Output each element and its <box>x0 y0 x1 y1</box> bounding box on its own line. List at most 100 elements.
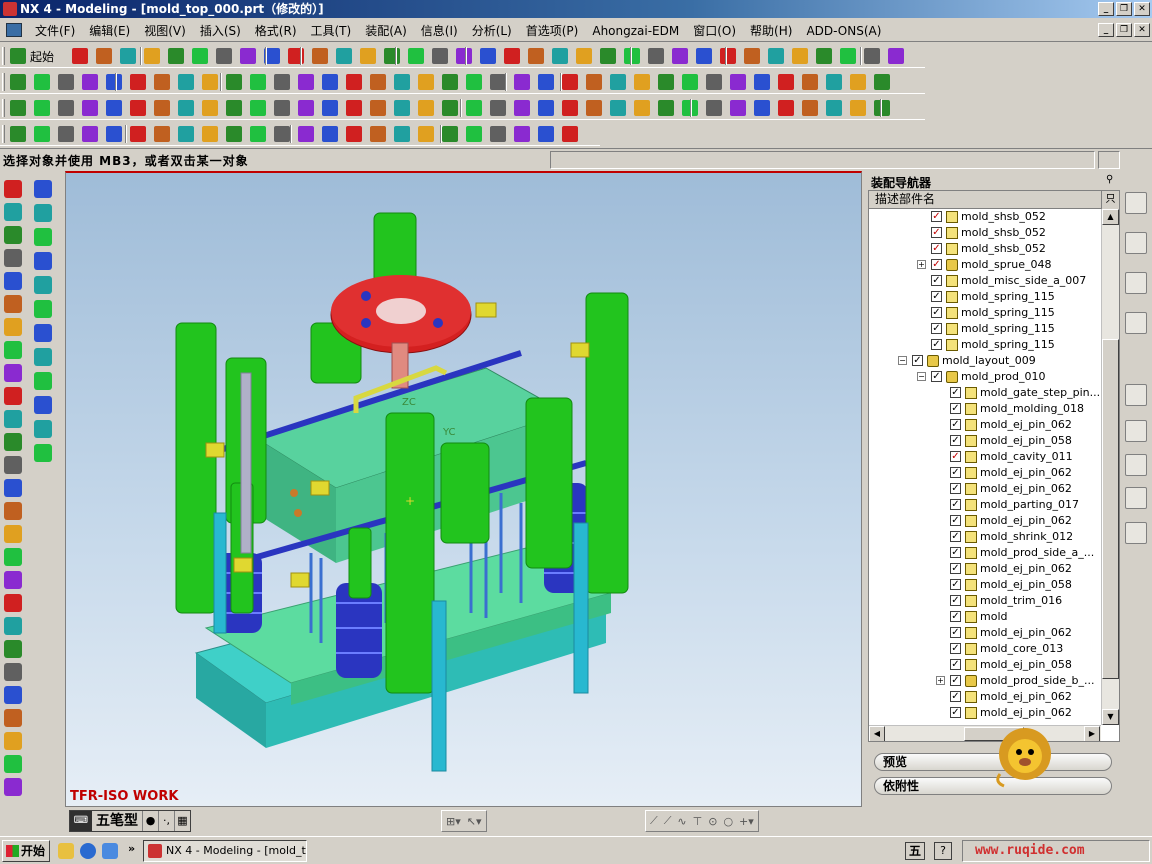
toolbar-icon[interactable] <box>850 74 866 90</box>
left-tool-icon[interactable] <box>4 709 22 727</box>
toolbar-icon[interactable] <box>490 100 506 116</box>
toolbar-icon[interactable] <box>864 48 880 64</box>
toolbar-icon[interactable] <box>706 100 722 116</box>
toolbar-icon[interactable] <box>322 126 338 142</box>
tree-row[interactable]: − ✓ mold_prod_010 <box>869 369 1101 385</box>
toolbar-icon[interactable] <box>648 48 664 64</box>
visibility-checkbox[interactable]: ✓ <box>950 579 961 590</box>
left-tool-icon[interactable] <box>34 180 52 198</box>
toolbar-icon[interactable] <box>682 74 698 90</box>
toolbar-icon[interactable] <box>250 126 266 142</box>
toolbar-icon[interactable] <box>298 100 314 116</box>
line-icon[interactable]: ⟋ <box>650 814 658 828</box>
toolbar-icon[interactable] <box>250 100 266 116</box>
toolbar-icon[interactable] <box>634 74 650 90</box>
tree-row[interactable]: ✓ mold_ej_pin_058 <box>869 577 1101 593</box>
graphics-window[interactable]: ZC YC + TFR-ISO WORK <box>65 171 862 807</box>
resource-tab-icon[interactable] <box>1125 454 1147 476</box>
toolbar-icon[interactable] <box>250 74 266 90</box>
left-tool-icon[interactable] <box>4 318 22 336</box>
toolbar-icon[interactable] <box>394 74 410 90</box>
tree-row[interactable]: ✓ mold_spring_115 <box>869 337 1101 353</box>
toolbar-icon[interactable] <box>130 126 146 142</box>
toolbar-icon[interactable] <box>10 74 26 90</box>
left-tool-icon[interactable] <box>34 228 52 246</box>
toolbar-icon[interactable] <box>82 74 98 90</box>
toolbar-icon[interactable] <box>466 74 482 90</box>
toolbar-icon[interactable] <box>456 48 472 64</box>
left-tool-icon[interactable] <box>4 640 22 658</box>
visibility-checkbox[interactable]: ✓ <box>912 355 923 366</box>
folder-icon[interactable] <box>58 843 74 859</box>
tree-row[interactable]: + ✓ mold_prod_side_b_... <box>869 673 1101 689</box>
toolbar-icon[interactable] <box>610 74 626 90</box>
left-tool-icon[interactable] <box>4 272 22 290</box>
visibility-checkbox[interactable]: ✓ <box>931 307 942 318</box>
toolbar-icon[interactable] <box>322 100 338 116</box>
visibility-checkbox[interactable]: ✓ <box>950 611 961 622</box>
toolbar-icon[interactable] <box>730 74 746 90</box>
toolbar-icon[interactable] <box>754 100 770 116</box>
tree-row[interactable]: ✓ mold_molding_018 <box>869 401 1101 417</box>
tree-row[interactable]: ✓ mold_shsb_052 <box>869 209 1101 225</box>
browser-icon[interactable] <box>80 843 96 859</box>
visibility-checkbox[interactable]: ✓ <box>950 707 961 718</box>
tree-row[interactable]: ✓ mold_spring_115 <box>869 305 1101 321</box>
toolbar-icon[interactable] <box>226 126 242 142</box>
document-icon[interactable] <box>6 23 22 37</box>
toolbar-icon[interactable] <box>58 126 74 142</box>
visibility-checkbox[interactable]: ✓ <box>931 259 942 270</box>
tree-row[interactable]: ✓ mold_ej_pin_062 <box>869 465 1101 481</box>
left-tool-icon[interactable] <box>4 594 22 612</box>
left-tool-icon[interactable] <box>34 444 52 462</box>
visibility-checkbox[interactable]: ✓ <box>950 659 961 670</box>
tree-row[interactable]: ✓ mold_shsb_052 <box>869 225 1101 241</box>
tree-row[interactable]: ✓ mold_ej_pin_062 <box>869 689 1101 705</box>
toolbar-icon[interactable] <box>840 48 856 64</box>
visibility-checkbox[interactable]: ✓ <box>950 643 961 654</box>
minimize-button[interactable]: _ <box>1098 2 1114 16</box>
left-tool-icon[interactable] <box>4 479 22 497</box>
arc-icon[interactable]: ⟋ <box>664 814 672 828</box>
tree-row[interactable]: ✓ mold_core_013 <box>869 641 1101 657</box>
toolbar-icon[interactable] <box>96 48 112 64</box>
toolbar-icon[interactable] <box>10 100 26 116</box>
left-tool-icon[interactable] <box>4 663 22 681</box>
left-tool-icon[interactable] <box>4 778 22 796</box>
ime-fullwidth-icon[interactable]: ·, <box>158 811 174 831</box>
toolbar-icon[interactable] <box>514 74 530 90</box>
left-tool-icon[interactable] <box>4 203 22 221</box>
toolbar-icon[interactable] <box>216 48 232 64</box>
toolbar-icon[interactable] <box>202 126 218 142</box>
toolbar-icon[interactable] <box>418 74 434 90</box>
toolbar-icon[interactable] <box>466 126 482 142</box>
left-tool-icon[interactable] <box>4 410 22 428</box>
toolbar-icon[interactable] <box>274 126 290 142</box>
snap-icon[interactable]: ⊞▾ <box>446 815 461 828</box>
toolbar-icon[interactable] <box>744 48 760 64</box>
toolbar-icon[interactable] <box>130 100 146 116</box>
toolbar-icon[interactable] <box>562 100 578 116</box>
left-tool-icon[interactable] <box>34 300 52 318</box>
toolbar-icon[interactable] <box>696 48 712 64</box>
toolbar-icon[interactable] <box>754 74 770 90</box>
visibility-checkbox[interactable]: ✓ <box>950 451 961 462</box>
left-tool-icon[interactable] <box>4 249 22 267</box>
toolbar-icon[interactable] <box>384 48 400 64</box>
toolbar-icon[interactable] <box>778 100 794 116</box>
toolbar-icon[interactable] <box>658 74 674 90</box>
toolbar-icon[interactable] <box>490 74 506 90</box>
left-tool-icon[interactable] <box>4 433 22 451</box>
toolbar-icon[interactable] <box>528 48 544 64</box>
left-tool-icon[interactable] <box>4 686 22 704</box>
tree-row[interactable]: ✓ mold_shrink_012 <box>869 529 1101 545</box>
toolbar-icon[interactable] <box>144 48 160 64</box>
visibility-checkbox[interactable]: ✓ <box>950 387 961 398</box>
toolbar-icon[interactable] <box>816 48 832 64</box>
toolbar-icon[interactable] <box>850 100 866 116</box>
tree-row[interactable]: ✓ mold_ej_pin_058 <box>869 433 1101 449</box>
resource-tab-icon[interactable] <box>1125 232 1147 254</box>
toolbar-icon[interactable] <box>504 48 520 64</box>
toolbar-icon[interactable] <box>610 100 626 116</box>
toolbar-icon[interactable] <box>720 48 736 64</box>
